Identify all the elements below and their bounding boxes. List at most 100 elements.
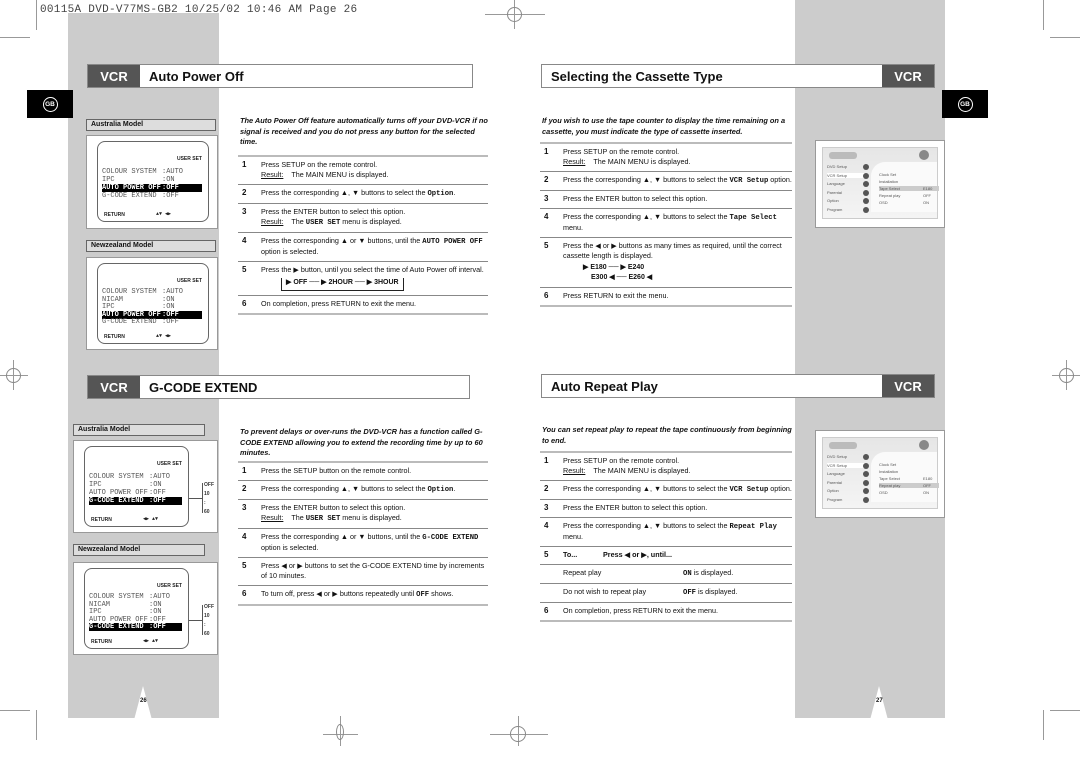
step-result: Result: The MAIN MENU is displayed. <box>563 466 792 476</box>
step-item: 1 Press SETUP on the remote control. Resul… <box>540 144 792 172</box>
steps-list: 1 Press SETUP on the remote control. Resul… <box>238 155 488 315</box>
osd-row: G-CODE EXTEND:OFF <box>89 497 182 505</box>
step-item: 4 Press the corresponding ▲ or ▼ buttons,… <box>238 529 488 558</box>
step-item: 5 Press the ◀ or ▶ buttons as many times … <box>540 238 792 288</box>
osd-row: G-CODE EXTEND:OFF <box>102 318 202 326</box>
step-number: 1 <box>544 147 549 156</box>
osd-row-value: :ON <box>149 481 162 489</box>
step-number: 5 <box>242 265 247 274</box>
step-number: 5 <box>544 550 549 559</box>
menu-icon <box>863 181 869 187</box>
step-text: Press the ENTER button to select this op… <box>261 503 488 524</box>
osd-row-label: AUTO POWER OFF <box>102 184 161 192</box>
user-set-menu: USER SET COLOUR SYSTEM:AUTO NICAM:ON IPC:ON… <box>84 568 189 649</box>
menu-item-option: Option <box>827 198 839 203</box>
page-number-right: 27 <box>876 698 883 704</box>
vcr-tag: VCR <box>882 65 934 87</box>
registration-mark-icon <box>507 7 522 22</box>
step-number: 3 <box>544 503 549 512</box>
step-instruction: Press the corresponding ▲, ▼ buttons to … <box>261 188 428 197</box>
step-instruction: Press the corresponding ▲ or ▼ buttons, … <box>261 532 423 541</box>
submenu-item: Installation <box>879 469 899 474</box>
step-number: 4 <box>242 532 247 541</box>
model-label: Australia Model <box>73 424 205 436</box>
steps-list: 1 Press SETUP on the remote control. Resul… <box>540 451 792 622</box>
menu-item-dvd-setup: DVD Setup <box>827 164 848 169</box>
registration-mark-icon <box>510 726 526 742</box>
osd-row-value: :OFF <box>149 497 166 505</box>
vcr-setup-menu-screenshot: DVD Setup VCR Setup Language Parental Option… <box>815 140 945 228</box>
menu-icon <box>863 198 869 204</box>
samsung-logo <box>829 442 857 449</box>
menu-item-vcr-setup: VCR Setup <box>827 172 867 178</box>
step-text: Press RETURN to exit the menu. <box>563 291 792 301</box>
osd-row: COLOUR SYSTEM:AUTO <box>102 168 202 176</box>
step-result: Result: The MAIN MENU is displayed. <box>261 170 488 180</box>
menu-option-name: OFF <box>683 589 696 597</box>
result-label: Result: <box>563 157 586 166</box>
menu-item-language: Language <box>827 471 845 476</box>
step-number: 2 <box>242 188 247 197</box>
step-instruction: To turn off, press ◀ or ▶ buttons repeat… <box>261 589 417 598</box>
osd-row-value: :OFF <box>149 623 166 631</box>
right-gray-column <box>795 0 945 718</box>
cycle-diagram: ▶ OFF ── ▶ 2HOUR ── ▶ 3HOUR <box>281 278 404 291</box>
step-text: Press the ▶ button, until you select the… <box>261 265 488 291</box>
step-instruction: Press SETUP on the remote control. <box>563 456 680 465</box>
user-set-menu: USER SET COLOUR SYSTEM:AUTO NICAM:ON IPC:ON… <box>97 263 209 344</box>
menu-icon <box>863 488 869 494</box>
step-item: 6 On completion, press RETURN to exit the… <box>540 603 792 622</box>
step-text: Press the corresponding ▲, ▼ buttons to … <box>261 188 488 199</box>
step-item: 1 Press the SETUP button on the remote co… <box>238 463 488 481</box>
step-item: 4 Press the corresponding ▲, ▼ buttons to… <box>540 518 792 547</box>
menu-option-name: Option <box>427 190 454 198</box>
menu-option-name: USER SET <box>305 219 341 227</box>
step-item: 6 Press RETURN to exit the menu. <box>540 288 792 307</box>
registration-mark-icon <box>1059 368 1074 383</box>
section-title-text: Auto Repeat Play <box>551 378 658 394</box>
step-item: 4 Press the corresponding ▲ or ▼ buttons,… <box>238 233 488 262</box>
osd-row: G-CODE EXTEND:OFF <box>89 623 182 631</box>
registration-mark-icon <box>6 368 21 383</box>
step-instruction: Press the ◀ or ▶ buttons as many times a… <box>563 241 782 260</box>
step-text: On completion, press RETURN to exit the … <box>261 299 488 309</box>
step-item: 5 Press ◀ or ▶ buttons to set the G-CODE … <box>238 558 488 586</box>
step-instruction: Press the corresponding ▲, ▼ buttons to … <box>563 484 730 493</box>
menu-option-name: G-CODE EXTEND <box>422 534 479 542</box>
step-item: 5 Press the ▶ button, until you select th… <box>238 262 488 296</box>
step-instruction: option is selected. <box>261 543 319 552</box>
step-item: 3 Press the ENTER button to select this o… <box>540 500 792 518</box>
step-instruction: Press the ENTER button to select this op… <box>563 194 708 203</box>
crop-mark <box>36 710 37 740</box>
step-text: Press ◀ or ▶ buttons to set the G-CODE E… <box>261 561 488 581</box>
step-item: 5 To... Press ◀ or ▶, until... <box>540 547 792 565</box>
step-instruction: shows. <box>429 589 454 598</box>
osd-return-label: RETURN <box>91 639 112 645</box>
osd-row-label: G-CODE EXTEND <box>102 318 157 326</box>
repeat-table-header: To... Press ◀ or ▶, until... <box>563 550 792 560</box>
osd-row: AUTO POWER OFF:OFF <box>102 184 202 192</box>
osd-screen-newzealand: USER SET COLOUR SYSTEM:AUTO NICAM:ON IPC:ON… <box>86 257 218 350</box>
registration-mark-icon <box>336 724 344 740</box>
menu-icon <box>863 479 869 486</box>
step-item: 2 Press the corresponding ▲, ▼ buttons to… <box>238 185 488 204</box>
step-instruction: Press RETURN to exit the menu. <box>563 291 669 300</box>
repeat-result: OFF is displayed. <box>683 587 738 598</box>
menu-option-name: VCR Setup <box>729 177 769 185</box>
step-instruction: Press the corresponding ▲, ▼ buttons to … <box>563 212 730 221</box>
step-item: 1 Press SETUP on the remote control. Resul… <box>238 157 488 185</box>
submenu-item: Repeat play <box>879 193 901 198</box>
step-number: 6 <box>242 589 247 598</box>
step-text: Press the corresponding ▲, ▼ buttons to … <box>563 484 792 495</box>
osd-row-value: :OFF <box>162 184 179 192</box>
osd-row-value: :AUTO <box>162 168 184 176</box>
submenu-value: ON <box>923 200 929 205</box>
menu-item-option: Option <box>827 488 839 493</box>
osd-header: USER SET <box>176 278 202 284</box>
step-number: 4 <box>544 212 549 221</box>
vcr-tag: VCR <box>882 375 934 397</box>
osd-nav-arrows-icon: ▲▼ ◀▶ <box>156 333 172 339</box>
step-number: 1 <box>242 160 247 169</box>
step-instruction: Press SETUP on the remote control. <box>563 147 680 156</box>
page-number-left: 26 <box>140 698 147 704</box>
